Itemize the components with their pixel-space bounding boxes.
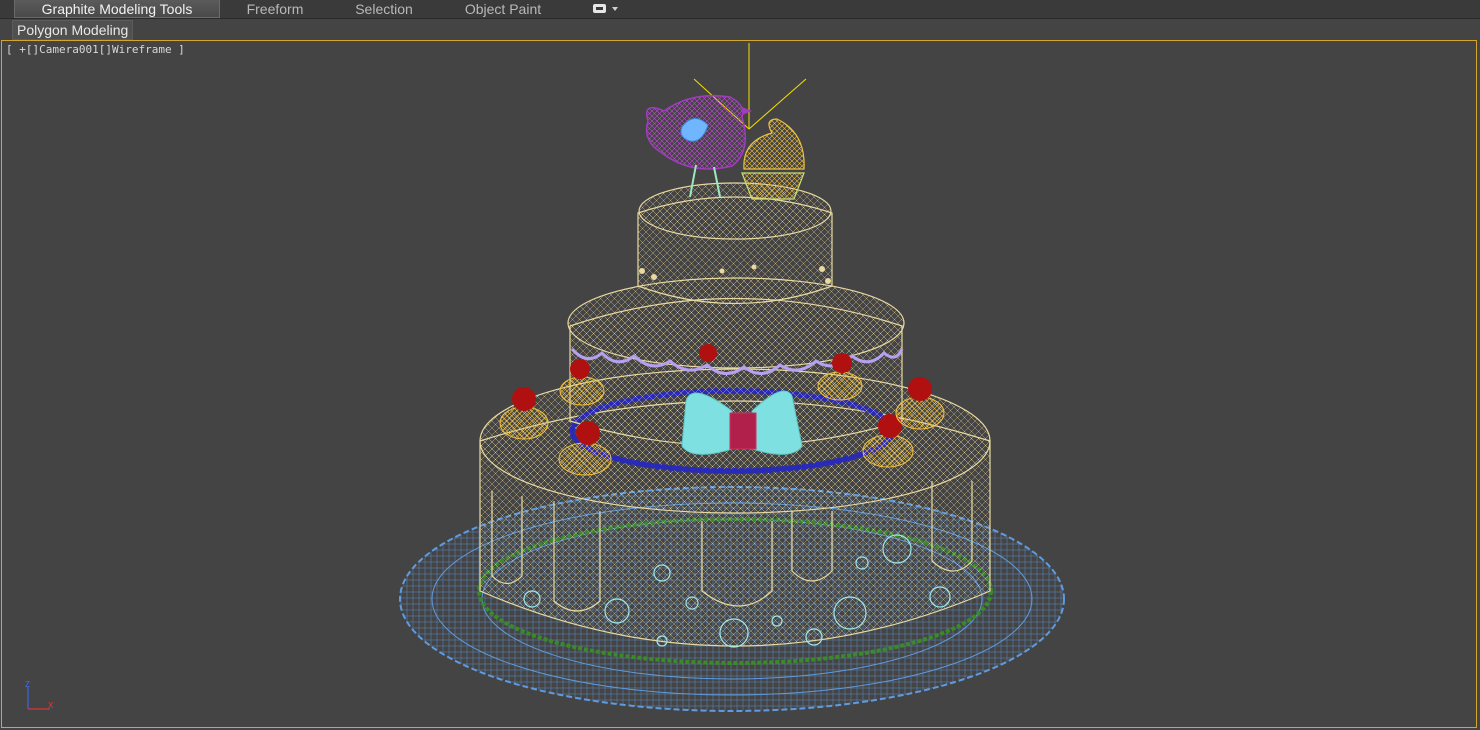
ribbon-options-dropdown[interactable]: [590, 2, 622, 16]
cake-top-tier: [637, 182, 833, 305]
tab-freeform[interactable]: Freeform: [222, 0, 328, 18]
tab-graphite-modeling-tools[interactable]: Graphite Modeling Tools: [14, 0, 220, 18]
bird-topper: [645, 94, 752, 198]
axis-z-label: Z: [25, 680, 30, 689]
ribbon-tab-bar: Graphite Modeling Tools Freeform Selecti…: [0, 0, 1480, 19]
ribbon-options-icon: [593, 4, 618, 13]
cake-wireframe-scene: [399, 43, 1065, 712]
cupcake-topper: [741, 118, 805, 200]
camera-viewport[interactable]: [ +[]Camera001[]Wireframe ] Z X: [1, 40, 1477, 728]
axis-gizmo: Z X: [25, 680, 54, 710]
tab-object-paint[interactable]: Object Paint: [440, 0, 566, 18]
tab-selection[interactable]: Selection: [330, 0, 438, 18]
polygon-modeling-panel-button[interactable]: Polygon Modeling: [12, 20, 134, 40]
ribbon-panel-row: Polygon Modeling: [0, 19, 1480, 40]
axis-x-label: X: [48, 701, 54, 710]
chevron-down-icon: [612, 7, 618, 11]
